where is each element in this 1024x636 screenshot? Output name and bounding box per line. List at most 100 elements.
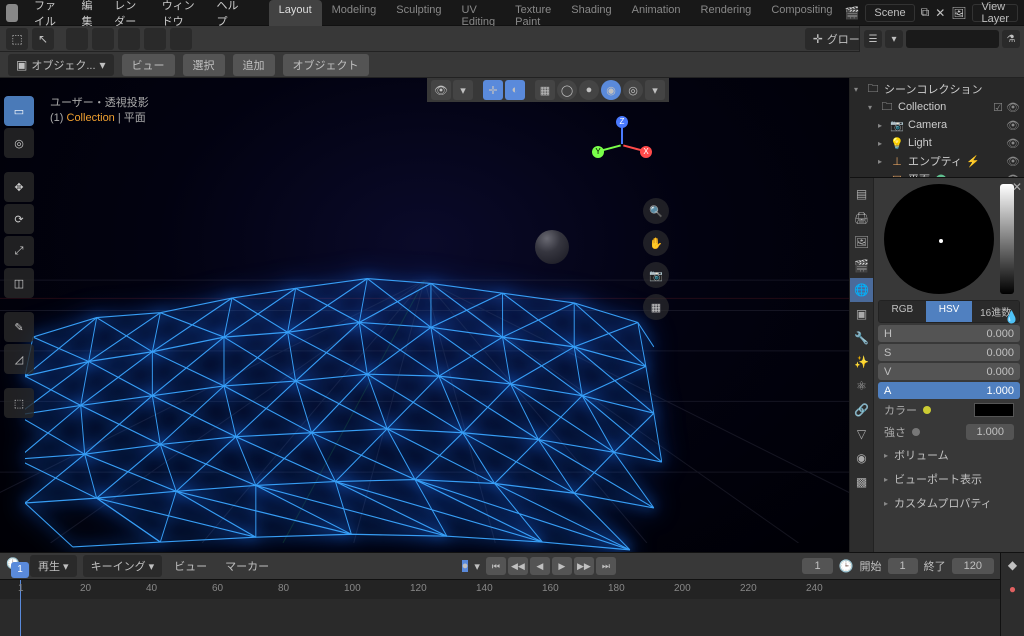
wireframe-mesh-plane[interactable] — [25, 220, 662, 552]
axis-x-handle[interactable]: X — [640, 146, 652, 158]
annotate-tool[interactable]: ✎ — [4, 312, 34, 342]
current-frame-field[interactable]: 1 — [802, 558, 832, 574]
select-box-tool[interactable]: ▭ — [4, 96, 34, 126]
add-cube-tool[interactable]: ⬚ — [4, 388, 34, 418]
view-menu[interactable]: ビュー — [122, 54, 175, 76]
outliner-collection[interactable]: ▾ 🗀 Collection ☑ 👁 — [854, 98, 1020, 116]
mode-dropdown[interactable]: ▣ オブジェク... ▾ — [8, 54, 114, 76]
timeline-tracks[interactable] — [0, 599, 1000, 636]
display-mode-icon[interactable]: ▾ — [885, 30, 903, 48]
prop-tab-modifiers[interactable]: 🔧 — [850, 326, 873, 350]
scale-tool[interactable]: ⤢ — [4, 236, 34, 266]
shading-matprev-icon[interactable]: ◉ — [601, 80, 621, 100]
axis-y-handle[interactable]: Y — [592, 146, 604, 158]
timeline-marker-menu[interactable]: マーカー — [219, 555, 275, 577]
color-wheel[interactable] — [884, 184, 994, 294]
jump-start-button[interactable]: ⏮ — [486, 557, 506, 575]
color-picker[interactable] — [884, 184, 1014, 294]
select-mode-2-icon[interactable] — [92, 28, 114, 50]
chevron-down-icon[interactable]: ▾ — [453, 80, 473, 100]
start-frame-field[interactable]: 1 — [888, 558, 918, 574]
keyframe-diamond-icon[interactable]: ◆ — [1005, 557, 1021, 573]
prop-tab-scene[interactable]: 🎬 — [850, 254, 873, 278]
editor-type-icon[interactable]: ⬚ — [6, 28, 28, 50]
outliner-search-input[interactable] — [906, 30, 999, 48]
color-tab-hsv[interactable]: HSV — [926, 301, 973, 322]
timeline-ruler[interactable]: 1 1 20 40 60 80 100 120 140 160 180 200 … — [0, 579, 1000, 599]
value-slider[interactable] — [1000, 184, 1014, 294]
3d-viewport[interactable]: 👁 ▾ ✛ ◐ ▦ ◯ ● ◉ ◎ ▾ ▭ ◎ ✥ ⟳ ⤢ ◫ ✎ ◿ ⬚ — [0, 78, 849, 552]
camera-view-icon[interactable]: 📷 — [643, 262, 669, 288]
add-menu[interactable]: 追加 — [233, 54, 275, 76]
select-menu[interactable]: 選択 — [183, 54, 225, 76]
prev-key-button[interactable]: ◀◀ — [508, 557, 528, 575]
measure-tool[interactable]: ◿ — [4, 344, 34, 374]
prop-tab-constraints[interactable]: 🔗 — [850, 398, 873, 422]
socket-dot-icon[interactable] — [912, 428, 920, 436]
alpha-slider[interactable]: A1.000 — [878, 382, 1020, 399]
outliner-empty[interactable]: ▸ ⊥ エンプティ ⚡ 👁 — [854, 152, 1020, 170]
jump-end-button[interactable]: ⏭ — [596, 557, 616, 575]
autokey-toggle-icon[interactable]: ● — [462, 560, 469, 572]
select-mode-5-icon[interactable] — [170, 28, 192, 50]
shading-wireframe-icon[interactable]: ◯ — [557, 80, 577, 100]
color-cursor[interactable] — [939, 239, 943, 243]
playhead-line[interactable] — [20, 599, 21, 636]
shading-solid-icon[interactable]: ● — [579, 80, 599, 100]
record-icon[interactable]: ● — [1005, 581, 1021, 597]
disclosure-triangle-icon[interactable]: ▸ — [878, 121, 886, 130]
outliner-editor-icon[interactable]: ☰ — [864, 30, 882, 48]
playback-dropdown[interactable]: 再生 ▾ — [30, 555, 77, 577]
hue-slider[interactable]: H0.000 — [878, 325, 1020, 342]
strength-value-field[interactable]: 1.000 — [966, 424, 1014, 440]
workspace-tab-texturepaint[interactable]: Texture Paint — [505, 0, 561, 26]
custom-props-section[interactable]: ▸カスタムプロパティ — [878, 491, 1020, 515]
navigation-gizmo[interactable]: Z X Y — [590, 116, 654, 180]
sat-slider[interactable]: S0.000 — [878, 344, 1020, 361]
outliner-vis-icons[interactable]: ☑ 👁 — [993, 101, 1020, 114]
clock-icon[interactable]: 🕒 — [839, 559, 854, 573]
shading-options-dropdown-icon[interactable]: ▾ — [645, 80, 665, 100]
play-reverse-button[interactable]: ◀ — [530, 557, 550, 575]
disclosure-triangle-icon[interactable]: ▸ — [878, 139, 886, 148]
workspace-tab-compositing[interactable]: Compositing — [761, 0, 842, 26]
disclosure-triangle-icon[interactable]: ▸ — [878, 157, 886, 166]
xray-icon[interactable]: ▦ — [535, 80, 555, 100]
filter-icon[interactable]: ⚗ — [1002, 30, 1020, 48]
selectability-icon[interactable]: 👁 — [431, 80, 451, 100]
object-menu[interactable]: オブジェクト — [283, 54, 369, 76]
end-frame-field[interactable]: 120 — [952, 558, 994, 574]
prop-tab-physics[interactable]: ⚛ — [850, 374, 873, 398]
outliner-vis-icons[interactable]: 👁 — [1006, 155, 1020, 168]
keying-dropdown[interactable]: キーイング ▾ — [83, 555, 163, 577]
outliner-vis-icons[interactable]: 👁 — [1006, 137, 1020, 150]
transform-tool[interactable]: ◫ — [4, 268, 34, 298]
socket-dot-icon[interactable] — [923, 406, 931, 414]
axis-z-handle[interactable]: Z — [616, 116, 628, 128]
prop-tab-material[interactable]: ◉ — [850, 446, 873, 470]
workspace-tab-layout[interactable]: Layout — [269, 0, 322, 26]
color-tab-rgb[interactable]: RGB — [879, 301, 926, 322]
cursor-tool[interactable]: ◎ — [4, 128, 34, 158]
scene-copy-icon[interactable]: ⧉ — [921, 5, 930, 20]
pan-icon[interactable]: ✋ — [643, 230, 669, 256]
prop-tab-object[interactable]: ▣ — [850, 302, 873, 326]
workspace-tab-rendering[interactable]: Rendering — [691, 0, 762, 26]
playhead-handle[interactable]: 1 — [11, 562, 29, 578]
select-mode-3-icon[interactable] — [118, 28, 140, 50]
disclosure-triangle-icon[interactable]: ▾ — [854, 85, 862, 94]
outliner-light[interactable]: ▸ 💡 Light 👁 — [854, 134, 1020, 152]
move-tool[interactable]: ✥ — [4, 172, 34, 202]
eyedropper-icon[interactable]: 💧 — [1004, 310, 1020, 326]
prop-tab-output[interactable]: 🖨 — [850, 206, 873, 230]
color-swatch[interactable] — [974, 403, 1014, 417]
outliner-vis-icons[interactable]: 👁 — [1006, 119, 1020, 132]
prop-tab-mesh[interactable]: ▽ — [850, 422, 873, 446]
viewport-display-section[interactable]: ▸ビューポート表示 — [878, 467, 1020, 491]
view-layer-field[interactable]: View Layer — [972, 4, 1018, 22]
play-button[interactable]: ▶ — [552, 557, 572, 575]
timeline-view-menu[interactable]: ビュー — [168, 555, 213, 577]
toggle-perspect-icon[interactable]: ▦ — [643, 294, 669, 320]
workspace-tab-modeling[interactable]: Modeling — [322, 0, 387, 26]
blender-logo-icon[interactable] — [6, 4, 18, 22]
